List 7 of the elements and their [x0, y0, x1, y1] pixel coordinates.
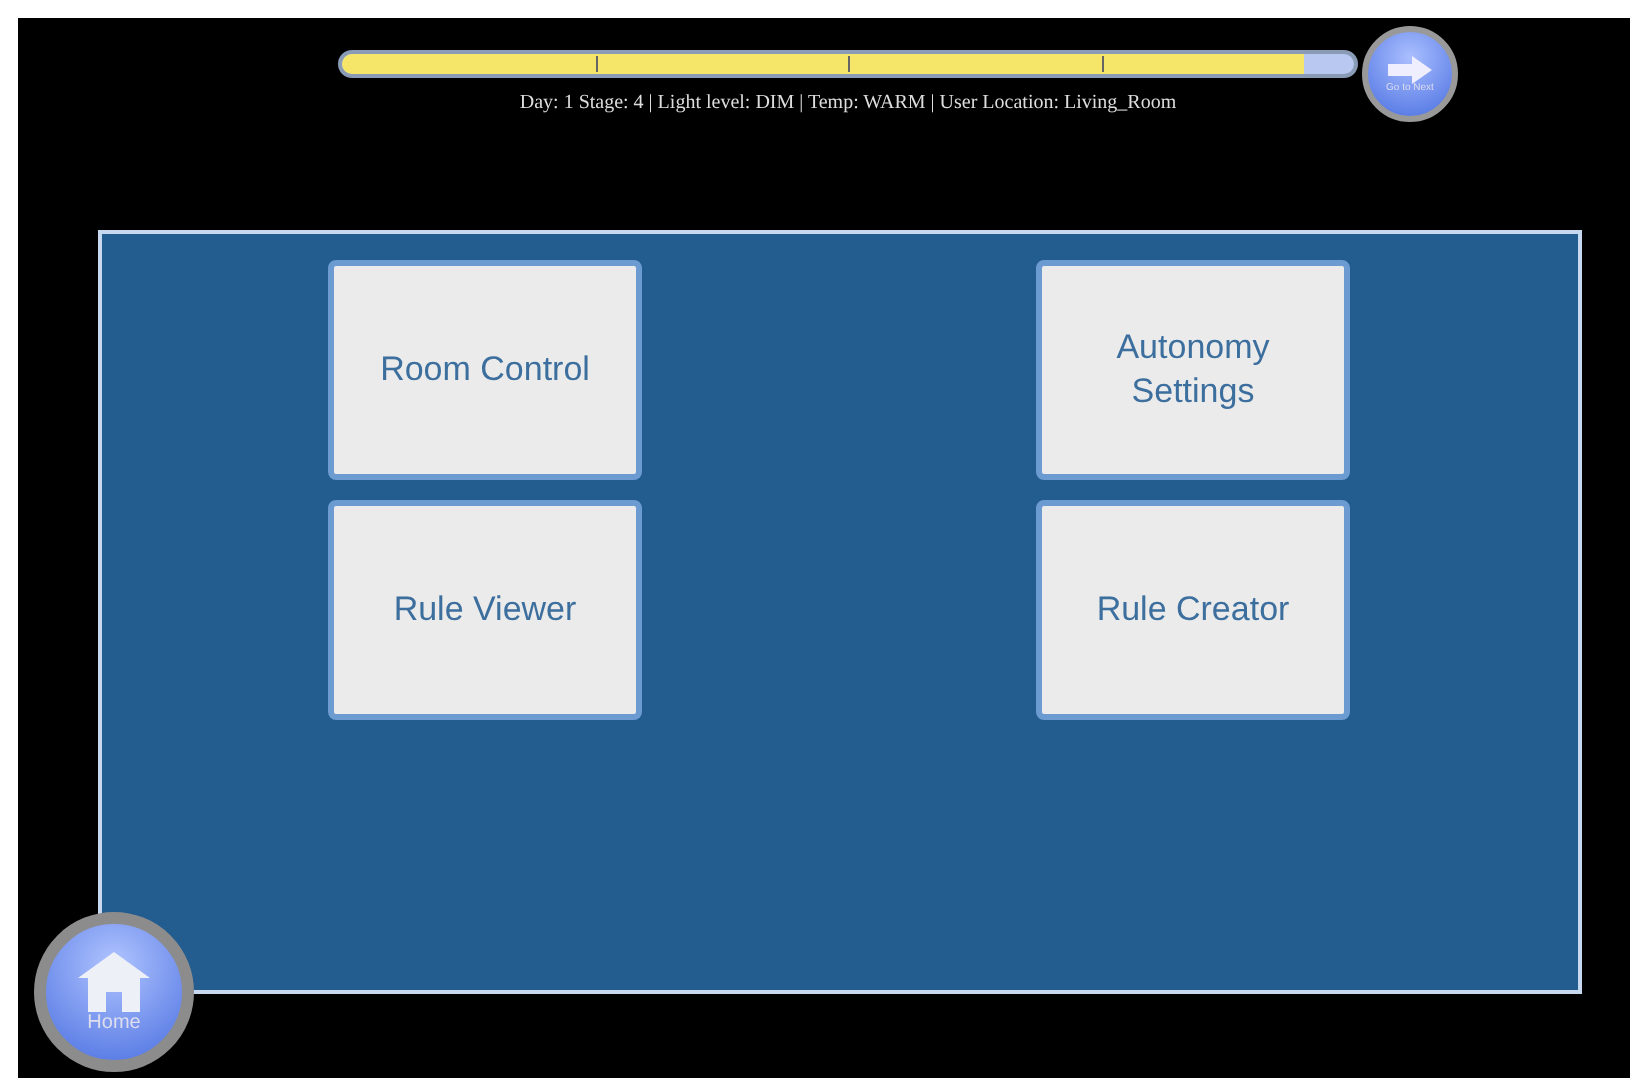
- menu-button[interactable]: Rule Creator: [1036, 500, 1350, 720]
- house-icon: [78, 951, 150, 1011]
- status-text: Day: 1 Stage: 4 | Light level: DIM | Temp: WARM | User Location: Living_Room: [519, 90, 1177, 118]
- menu-button[interactable]: Room Control: [328, 260, 642, 480]
- menu-button[interactable]: Autonomy Settings: [1036, 260, 1350, 480]
- menu-button[interactable]: Rule Viewer: [328, 500, 642, 720]
- arrow-icon: [1388, 55, 1432, 83]
